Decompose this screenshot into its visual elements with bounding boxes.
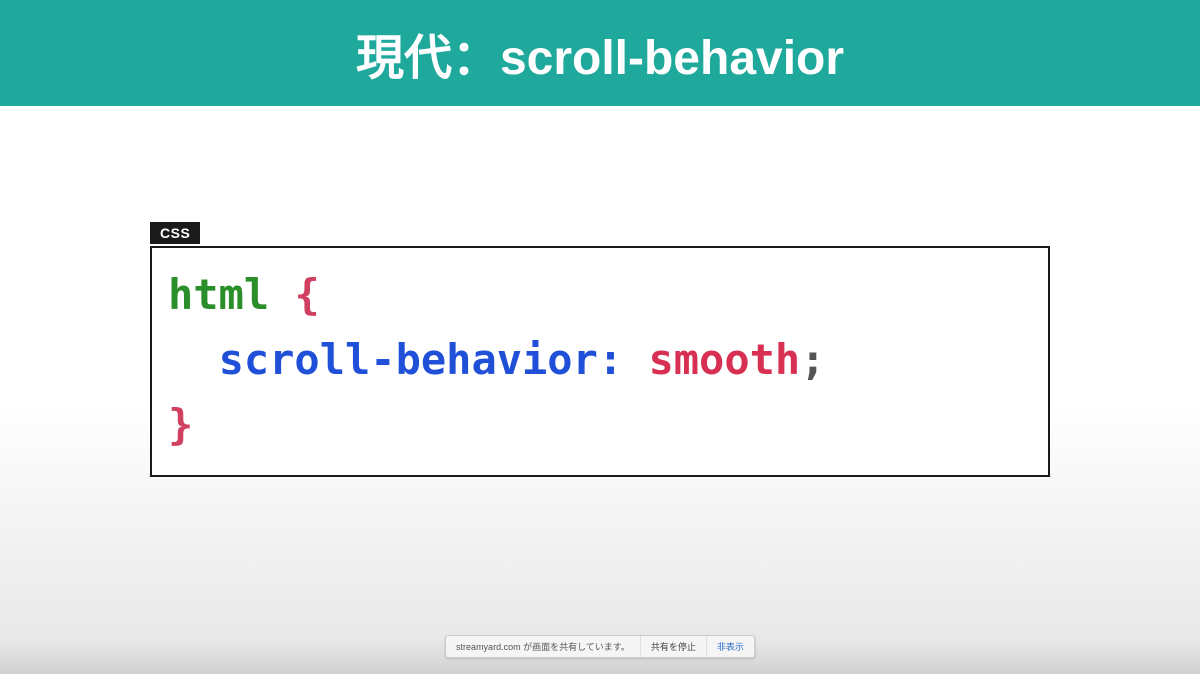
code-colon: : [598, 335, 623, 384]
slide-content: CSS html { scroll-behavior: smooth; } [0, 106, 1200, 477]
hide-share-bar-button[interactable]: 非表示 [706, 636, 754, 657]
code-value: smooth [648, 335, 800, 384]
stop-sharing-button[interactable]: 共有を停止 [640, 636, 706, 657]
slide-title-bar: 現代：scroll-behavior [0, 0, 1200, 106]
code-brace-close: } [168, 400, 193, 449]
share-message: streamyard.com が画面を共有しています。 [446, 636, 640, 657]
code-brace-open: { [294, 270, 319, 319]
screen-share-bar: streamyard.com が画面を共有しています。 共有を停止 非表示 [445, 635, 755, 658]
slide-title: 現代：scroll-behavior [356, 32, 844, 85]
code-semicolon: ; [800, 335, 825, 384]
code-block-wrapper: CSS html { scroll-behavior: smooth; } [150, 246, 1050, 477]
code-language-label: CSS [150, 222, 200, 244]
code-block: html { scroll-behavior: smooth; } [150, 246, 1050, 477]
code-selector: html [168, 270, 269, 319]
code-property: scroll-behavior [219, 335, 598, 384]
